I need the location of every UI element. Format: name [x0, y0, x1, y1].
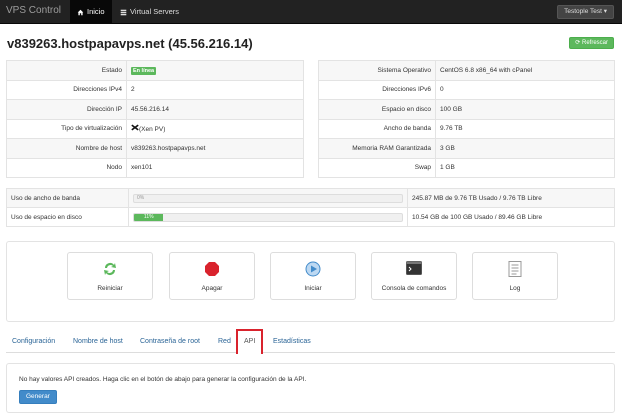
virtualization-type: (Xen PV) — [139, 126, 166, 134]
server-info-left: Estado En línea Direcciones IPv4 2 Direc… — [6, 60, 304, 178]
table-row: Direcciones IPv6 0 — [318, 79, 615, 100]
status-badge: En línea — [131, 66, 157, 75]
tab-configuracion[interactable]: Configuración — [6, 329, 61, 353]
info-value: 3 GB — [435, 138, 615, 159]
reboot-button[interactable]: Reiniciar — [67, 252, 153, 300]
page-title: v839263.hostpapavps.net (45.56.216.14) — [7, 36, 253, 51]
usage-detail: 10.54 GB de 100 GB Usado / 89.46 GB Libr… — [407, 207, 615, 227]
table-row: Swap 1 GB — [318, 157, 615, 178]
play-icon — [305, 261, 321, 277]
table-row: Sistema Operativo CentOS 6.8 x86_64 with… — [318, 60, 615, 81]
brand-logo[interactable]: VPS Control — [6, 5, 61, 16]
tab-estadisticas[interactable]: Estadísticas — [267, 329, 317, 353]
table-row: Dirección IP 45.56.216.14 — [6, 99, 304, 120]
log-icon — [508, 261, 522, 277]
info-label: Direcciones IPv4 — [6, 79, 127, 100]
generate-button[interactable]: Generar — [19, 390, 57, 404]
nav-item-label: Virtual Servers — [130, 7, 180, 16]
info-label: Estado — [6, 60, 127, 81]
info-value: CentOS 6.8 x86_64 with cPanel — [435, 60, 615, 81]
info-value: xen101 — [126, 157, 304, 178]
progress-label: 0% — [137, 194, 145, 201]
info-label: Direcciones IPv6 — [318, 79, 436, 100]
table-row: Nombre de host v839263.hostpapavps.net — [6, 138, 304, 159]
nav-item-label: Inicio — [87, 7, 105, 16]
info-label: Nodo — [6, 157, 127, 178]
info-value: 0 — [435, 79, 615, 100]
info-value: v839263.hostpapavps.net — [126, 138, 304, 159]
usage-label: Uso de ancho de banda — [6, 188, 129, 208]
usage-bar-cell: 0% — [128, 188, 408, 208]
table-row: Uso de espacio en disco 11% 10.54 GB de … — [6, 207, 615, 227]
info-value: 1 GB — [435, 157, 615, 178]
disk-progress: 11% — [133, 212, 403, 222]
table-row: Ancho de banda 9.76 TB — [318, 118, 615, 139]
bandwidth-progress: 0% — [133, 193, 403, 203]
usage-detail: 245.87 MB de 9.76 TB Usado / 9.76 TB Lib… — [407, 188, 615, 208]
info-label: Memoria RAM Garantizada — [318, 138, 436, 159]
start-button[interactable]: Iniciar — [270, 252, 356, 300]
info-value: (Xen PV) — [126, 118, 304, 139]
usage-bar-cell: 11% — [128, 207, 408, 227]
info-value: 45.56.216.14 — [126, 99, 304, 120]
server-info-right: Sistema Operativo CentOS 6.8 x86_64 with… — [318, 60, 615, 178]
usage-table: Uso de ancho de banda 0% 245.87 MB de 9.… — [6, 188, 615, 227]
shutdown-button[interactable]: Apagar — [169, 252, 255, 300]
xen-logo-icon — [131, 124, 139, 131]
table-row: Estado En línea — [6, 60, 304, 81]
info-label: Tipo de virtualización — [6, 118, 127, 139]
table-row: Memoria RAM Garantizada 3 GB — [318, 138, 615, 159]
table-row: Nodo xen101 — [6, 157, 304, 178]
table-row: Direcciones IPv4 2 — [6, 79, 304, 100]
console-button[interactable]: Consola de comandos — [371, 252, 457, 300]
log-button[interactable]: Log — [472, 252, 558, 300]
action-label: Consola de comandos — [381, 285, 447, 292]
api-message: No hay valores API creados. Haga clic en… — [19, 376, 307, 383]
settings-tabs: Configuración Nombre de host Contraseña … — [6, 329, 615, 354]
table-row: Uso de ancho de banda 0% 245.87 MB de 9.… — [6, 188, 615, 208]
list-icon — [120, 9, 127, 15]
table-row: Tipo de virtualización (Xen PV) — [6, 118, 304, 139]
info-label: Dirección IP — [6, 99, 127, 120]
top-navbar: VPS Control Inicio Virtual Servers Testo… — [0, 0, 622, 24]
info-label: Swap — [318, 157, 436, 178]
action-label: Iniciar — [304, 285, 322, 292]
stop-icon — [205, 262, 219, 276]
info-label: Espacio en disco — [318, 99, 436, 120]
info-label: Nombre de host — [6, 138, 127, 159]
info-value: 2 — [126, 79, 304, 100]
tab-api[interactable]: API — [236, 329, 264, 354]
refresh-button[interactable]: ⟳ Refrescar — [569, 37, 614, 49]
refresh-icon — [104, 263, 116, 275]
nav-item-virtual-servers[interactable]: Virtual Servers — [113, 0, 186, 24]
tab-contrasena-de-root[interactable]: Contraseña de root — [134, 329, 206, 353]
action-label: Reiniciar — [97, 285, 123, 292]
refresh-icon: ⟳ — [575, 40, 582, 46]
info-label: Ancho de banda — [318, 118, 436, 139]
actions-panel: Reiniciar Apagar Iniciar Consola de coma… — [6, 241, 615, 322]
tab-red[interactable]: Red — [212, 329, 237, 353]
usage-label: Uso de espacio en disco — [6, 207, 129, 227]
action-label: Apagar — [201, 285, 223, 292]
nav-item-inicio[interactable]: Inicio — [70, 0, 112, 24]
refresh-label: Refrescar — [581, 40, 608, 46]
user-menu-button[interactable]: Testople Test ▾ — [557, 5, 614, 19]
tab-nombre-de-host[interactable]: Nombre de host — [67, 329, 129, 353]
table-row: Espacio en disco 100 GB — [318, 99, 615, 120]
info-value: 9.76 TB — [435, 118, 615, 139]
info-value: En línea — [126, 60, 304, 81]
home-icon — [77, 9, 84, 15]
action-label: Log — [509, 285, 521, 292]
progress-bar: 11% — [134, 213, 164, 221]
api-panel: No hay valores API creados. Haga clic en… — [6, 363, 615, 413]
terminal-icon — [406, 261, 422, 275]
info-value: 100 GB — [435, 99, 615, 120]
info-label: Sistema Operativo — [318, 60, 436, 81]
